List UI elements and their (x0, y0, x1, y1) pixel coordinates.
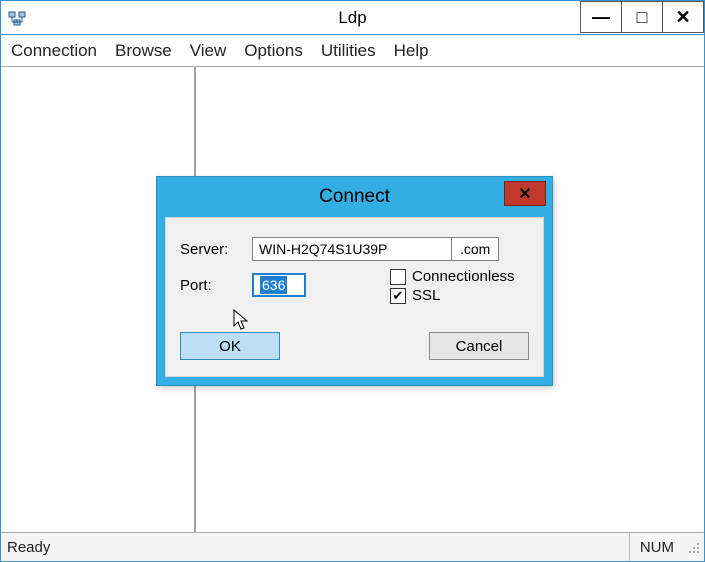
resize-grip-icon[interactable] (684, 538, 702, 556)
server-suffix: .com (452, 237, 499, 261)
port-input[interactable]: 636 (252, 273, 306, 297)
statusbar: Ready NUM (1, 533, 704, 561)
checkbox-box (390, 269, 406, 285)
server-input[interactable]: WIN-H2Q74S1U39P (252, 237, 452, 261)
cancel-button[interactable]: Cancel (429, 332, 529, 360)
maximize-button[interactable]: □ (621, 1, 663, 33)
connectionless-label: Connectionless (412, 268, 515, 285)
main-window: Ldp — □ ✕ Connection Browse View Options… (0, 0, 705, 562)
dialog-body: Server: WIN-H2Q74S1U39P .com Port: 636 C… (165, 217, 544, 377)
ok-button[interactable]: OK (180, 332, 280, 360)
dialog-close-button[interactable]: ✕ (504, 181, 546, 206)
port-value-selected: 636 (260, 276, 287, 294)
app-icon (7, 8, 27, 28)
checkbox-box: ✔ (390, 288, 406, 304)
minimize-icon: — (592, 7, 610, 28)
check-icon: ✔ (393, 289, 404, 302)
ssl-checkbox[interactable]: ✔ SSL (390, 287, 515, 304)
dialog-buttons: OK Cancel (180, 332, 529, 360)
server-row: Server: WIN-H2Q74S1U39P .com (180, 236, 529, 262)
close-icon: ✕ (518, 184, 531, 204)
window-controls: — □ ✕ (581, 1, 704, 34)
server-label: Server: (180, 241, 252, 258)
menu-help[interactable]: Help (394, 41, 429, 61)
status-numlock: NUM (629, 533, 684, 561)
connectionless-checkbox[interactable]: Connectionless (390, 268, 515, 285)
menu-options[interactable]: Options (244, 41, 303, 61)
dialog-title: Connect (157, 186, 552, 208)
dialog-titlebar[interactable]: Connect ✕ (157, 177, 552, 217)
minimize-button[interactable]: — (580, 1, 622, 33)
menu-utilities[interactable]: Utilities (321, 41, 376, 61)
menubar: Connection Browse View Options Utilities… (1, 35, 704, 67)
connect-dialog: Connect ✕ Server: WIN-H2Q74S1U39P .com P… (156, 176, 553, 386)
close-icon: ✕ (675, 7, 690, 28)
close-button[interactable]: ✕ (662, 1, 704, 33)
options-group: Connectionless ✔ SSL (390, 268, 515, 306)
menu-connection[interactable]: Connection (11, 41, 97, 61)
port-label: Port: (180, 277, 252, 294)
main-titlebar: Ldp — □ ✕ (1, 1, 704, 35)
menu-browse[interactable]: Browse (115, 41, 172, 61)
maximize-icon: □ (637, 7, 648, 28)
status-text: Ready (1, 539, 629, 556)
menu-view[interactable]: View (190, 41, 227, 61)
ssl-label: SSL (412, 287, 440, 304)
